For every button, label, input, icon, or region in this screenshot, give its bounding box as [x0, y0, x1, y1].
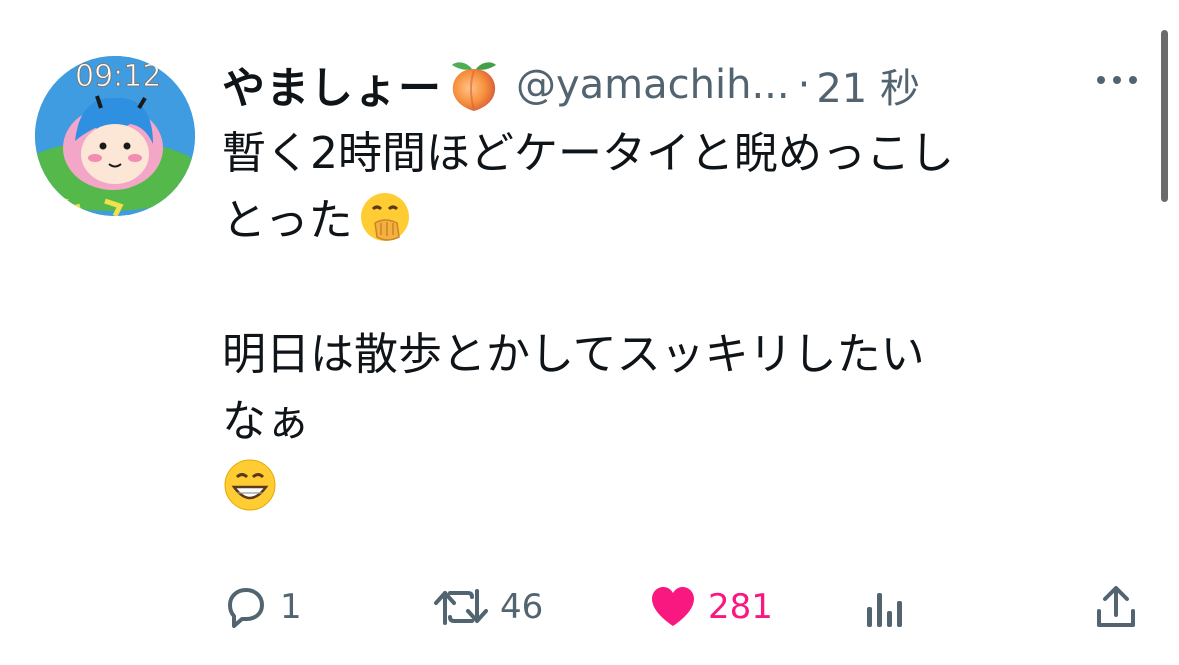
- peach-emoji: [446, 57, 502, 113]
- display-name[interactable]: やましょー: [222, 54, 442, 116]
- like-count: 281: [708, 587, 773, 627]
- avatar-clock-text: 09:12: [75, 59, 161, 94]
- avatar[interactable]: 09:12: [35, 56, 195, 216]
- avatar-illustration: 09:12: [35, 56, 195, 216]
- timestamp[interactable]: 21 秒: [816, 56, 920, 114]
- retweet-count: 46: [500, 587, 544, 627]
- tweet-text-line: とった: [222, 187, 1142, 254]
- tweet-text-line: [222, 455, 1142, 522]
- tweet-actions: 1 46 281: [0, 575, 1179, 645]
- tweet-text-line: 暫く2時間ほどケータイと睨めっこし: [222, 128, 954, 179]
- tweet-text-line: 明日は散歩とかしてスッキリしたい: [222, 329, 925, 380]
- retweet-button[interactable]: 46: [432, 583, 543, 631]
- grinning-face-emoji: [222, 457, 278, 513]
- tweet-text: 暫く2時間ほどケータイと睨めっこし とった 明日は散歩とかしてスッキリしたい な…: [222, 120, 1142, 522]
- like-button[interactable]: 281: [648, 583, 773, 631]
- tweet-header: やましょー @yamachih... · 21 秒: [222, 50, 1122, 120]
- share-icon: [1094, 583, 1138, 631]
- user-handle[interactable]: @yamachih...: [516, 62, 790, 108]
- tweet-text-line: なぁ: [222, 396, 310, 447]
- analytics-icon: [864, 583, 908, 631]
- heart-icon: [648, 583, 698, 631]
- separator-dot: ·: [797, 62, 811, 108]
- scrollbar[interactable]: [1161, 30, 1168, 202]
- retweet-icon: [432, 583, 490, 631]
- more-options-icon[interactable]: [1094, 72, 1140, 86]
- reply-count: 1: [280, 587, 302, 627]
- share-button[interactable]: [1094, 583, 1138, 631]
- tweet: 09:12 やましょー @yamachih... · 21 秒 暫く2時間ほどケ…: [0, 0, 1179, 665]
- reply-button[interactable]: 1: [222, 583, 302, 631]
- view-stats-button[interactable]: [864, 583, 908, 631]
- face-with-hand-over-mouth-emoji: [357, 189, 413, 245]
- reply-icon: [222, 583, 270, 631]
